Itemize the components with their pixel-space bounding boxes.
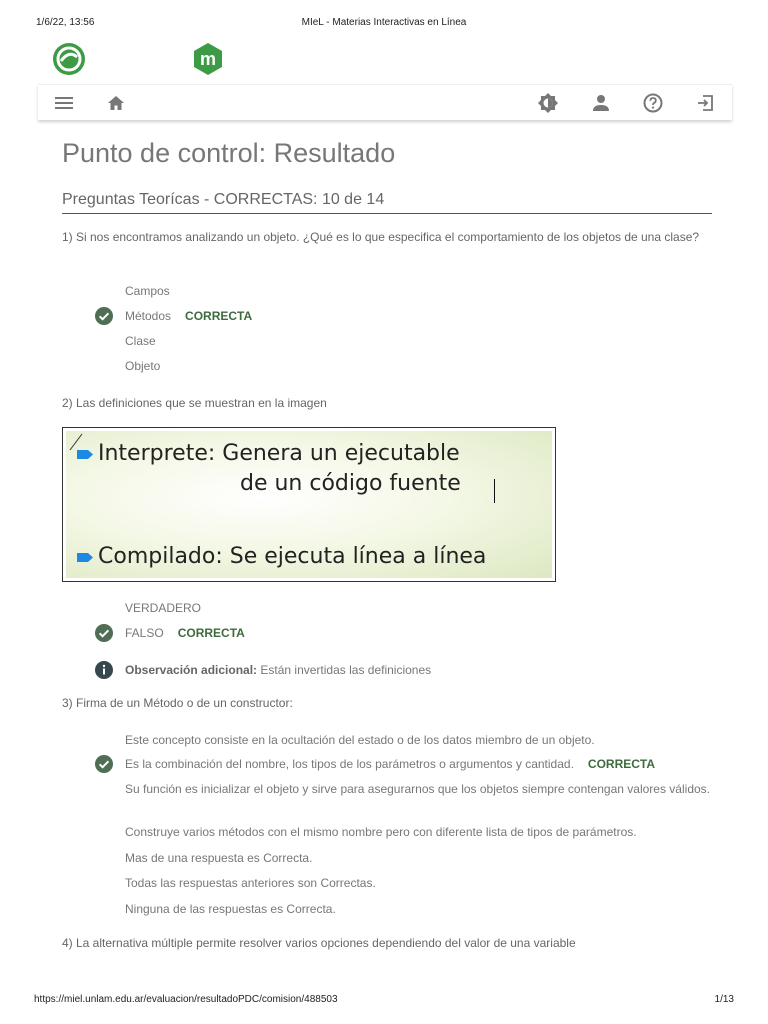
q3-option: Ninguna de las respuestas es Correcta. [125,902,336,916]
q1-option: Clase [125,334,156,348]
question-2-text: 2) Las definiciones que se muestran en l… [62,396,327,410]
question-3-text: 3) Firma de un Método o de un constructo… [62,696,293,710]
unlam-logo-icon[interactable] [52,42,86,76]
observation-label: Observación adicional: [125,663,258,677]
slide-image: Interprete: Genera un ejecutable de un c… [66,431,552,578]
help-icon[interactable] [643,93,663,113]
observation: Observación adicional: Están invertidas … [125,662,431,678]
bullet-icon [77,450,93,459]
brightness-icon[interactable] [538,93,558,113]
q3-option: Construye varios métodos con el mismo no… [125,825,637,839]
check-icon [95,624,113,642]
q2-option-selected: FALSO CORRECTA [125,625,245,641]
q3-option: Todas las respuestas anteriores son Corr… [125,876,376,890]
logout-icon[interactable] [695,93,715,113]
check-icon [95,755,113,773]
info-icon [95,661,113,679]
q3-option: Este concepto consiste en la ocultación … [125,733,595,747]
q1-option: Campos [125,284,170,298]
correct-label: CORRECTA [587,757,656,771]
observation-text: Están invertidas las definiciones [260,663,432,677]
logo-bar: m [36,40,732,82]
question-image: Interprete: Genera un ejecutable de un c… [62,427,556,582]
q3-option-selected: Es la combinación del nombre, los tipos … [125,756,655,772]
q1-option: Objeto [125,359,161,373]
miel-logo-icon[interactable]: m [191,42,225,76]
q3-option-text: Es la combinación del nombre, los tipos … [125,757,574,771]
slide-line-1: Interprete: Genera un ejecutable [98,441,460,466]
top-toolbar [38,84,732,120]
q1-option-selected: Métodos CORRECTA [125,308,252,324]
question-4-text: 4) La alternativa múltiple permite resol… [62,936,576,950]
q3-option: Su función es inicializar el objeto y si… [125,782,710,796]
print-header: 1/6/22, 13:56 MIeL - Materias Interactiv… [0,17,768,31]
print-title: MIeL - Materias Interactivas en Línea [301,17,467,28]
page-title: Punto de control: Resultado [62,138,396,168]
correct-label: CORRECTA [177,626,245,640]
q3-option: Mas de una respuesta es Correcta. [125,851,313,865]
q2-option: VERDADERO [125,601,202,615]
bullet-icon [77,553,93,562]
miel-logo-letter: m [200,49,216,69]
menu-icon[interactable] [54,93,74,113]
slide-line-3: Compilado: Se ejecuta línea a línea [98,544,487,569]
print-url: https://miel.unlam.edu.ar/evaluacion/res… [34,994,338,1005]
q1-option-text: Métodos [125,309,172,323]
print-page-number: 1/13 [714,994,734,1005]
text-caret [494,479,495,503]
section-title: Preguntas Teorícas - CORRECTAS: 10 de 14 [62,191,712,214]
user-icon[interactable] [591,93,611,113]
pen-mark-icon [69,433,83,451]
home-icon[interactable] [106,93,126,113]
check-icon [95,307,113,325]
question-1-text: 1) Si nos encontramos analizando un obje… [62,230,700,244]
correct-label: CORRECTA [185,309,253,323]
slide-line-2: de un código fuente [240,471,461,496]
q2-option-text: FALSO [125,626,164,640]
